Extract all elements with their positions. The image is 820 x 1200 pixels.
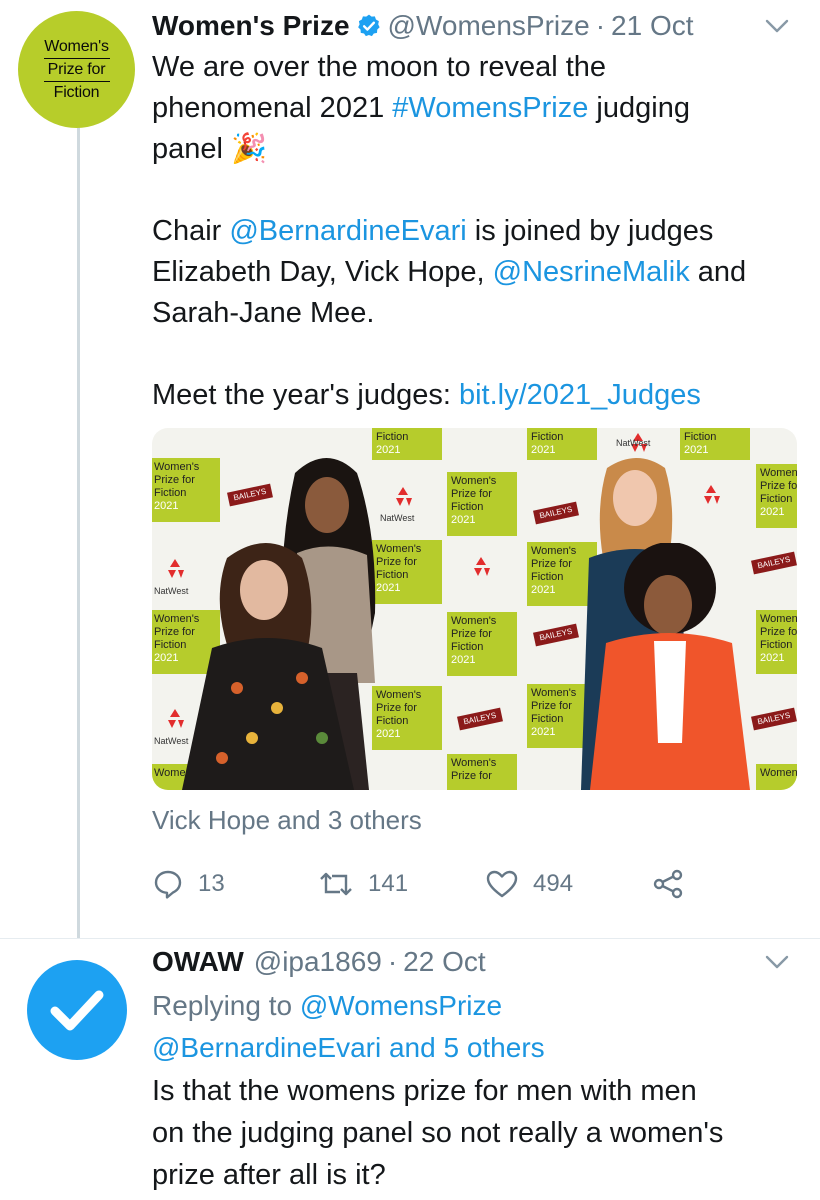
reply-header: OWAW @ipa1869 · 22 Oct <box>152 944 486 980</box>
reply-author-handle[interactable]: @ipa1869 <box>254 946 382 978</box>
chevron-down-icon[interactable] <box>764 954 790 970</box>
chevron-down-icon[interactable] <box>764 18 790 34</box>
logo-text-line3: Fiction <box>53 83 100 101</box>
reply-text-line: Is that the womens prize for men with me… <box>152 1075 697 1107</box>
baileys-logo: BAILEYS <box>751 707 797 731</box>
mention-link[interactable]: @NesrineMalik <box>493 256 690 288</box>
backdrop-logo: Women'sPrize forFiction2021 <box>447 612 517 676</box>
replying-prefix: Replying to <box>152 990 300 1021</box>
tweet-photo[interactable]: Women's Prize for Fiction 2021 Women's Prize… <box>152 428 797 790</box>
avatar-owaw[interactable] <box>22 955 132 1065</box>
baileys-logo: BAILEYS <box>457 707 503 731</box>
tweet-text-line: Elizabeth Day, Vick Hope, @NesrineMalik … <box>152 256 747 288</box>
thread-line <box>77 100 80 938</box>
backdrop-logo: Women'sPrize forFiction2021 <box>756 610 797 674</box>
logo-text-line2: Prize for <box>47 60 106 78</box>
like-icon <box>486 870 518 898</box>
tweet-text-line: phenomenal 2021 #WomensPrize judging <box>152 92 690 124</box>
tweet-divider <box>0 938 820 939</box>
reply-icon <box>154 870 182 899</box>
reply-text-line: on the judging panel so not really a wom… <box>152 1117 724 1149</box>
url-link[interactable]: bit.ly/2021_Judges <box>459 379 701 411</box>
author-handle[interactable]: @WomensPrize <box>388 10 590 42</box>
replying-to-link[interactable]: @WomensPrize <box>300 990 502 1021</box>
tweet-text-line: Chair @BernardineEvari is joined by judg… <box>152 215 714 247</box>
tweet-actions: 13 141 494 <box>152 868 712 904</box>
like-button[interactable]: 494 <box>485 868 573 900</box>
person-seated-left <box>182 543 354 790</box>
tweet-text-line: Meet the year's judges: bit.ly/2021_Judg… <box>152 379 701 411</box>
person-seated-right <box>590 543 750 790</box>
reply-header-separator: · <box>387 946 398 977</box>
baileys-logo: BAILEYS <box>751 551 797 575</box>
author-name[interactable]: Women's Prize <box>152 10 350 42</box>
logo-text-line1: Women's <box>44 37 109 55</box>
tweet-date[interactable]: 21 Oct <box>611 10 693 42</box>
reply-button[interactable]: 13 <box>152 868 225 900</box>
natwest-label: NatWest <box>616 438 651 448</box>
tagged-users[interactable]: Vick Hope and 3 others <box>152 805 422 836</box>
backdrop-logo: Women'sPrize forFiction2021 <box>447 472 517 536</box>
reply-count: 13 <box>198 870 225 897</box>
natwest-logo-icon <box>474 557 490 576</box>
backdrop-logo: Women'sPrize forFiction2021 <box>756 464 797 528</box>
reply-author-name[interactable]: OWAW <box>152 946 244 978</box>
mention-link[interactable]: @BernardineEvari <box>229 215 466 247</box>
verified-badge-icon <box>357 14 380 37</box>
like-count: 494 <box>533 870 574 897</box>
reply-text-line: prize after all is it? <box>152 1159 386 1191</box>
baileys-logo: BAILEYS <box>533 623 579 647</box>
backdrop-logo: Women's Prize for <box>447 754 517 790</box>
natwest-logo-icon <box>704 485 720 504</box>
replying-to: Replying to @WomensPrize @BernardineEvar… <box>152 985 792 1069</box>
replying-to-others-link[interactable]: @BernardineEvari and 5 others <box>152 1027 792 1069</box>
retweet-count: 141 <box>368 870 409 897</box>
hashtag-link[interactable]: #WomensPrize <box>392 92 588 124</box>
tweet-text-line: Sarah-Jane Mee. <box>152 297 375 329</box>
logo-divider <box>43 80 110 82</box>
logo-divider <box>43 57 110 59</box>
share-icon <box>653 869 683 899</box>
avatar-womens-prize[interactable]: Women's Prize for Fiction <box>18 11 135 128</box>
header-separator: · <box>595 10 606 41</box>
baileys-logo: BAILEYS <box>533 501 579 525</box>
retweet-button[interactable]: 141 <box>318 868 408 900</box>
share-button[interactable] <box>652 868 698 900</box>
retweet-icon <box>320 872 352 896</box>
tweet-text-line: panel 🎉 <box>152 133 268 165</box>
backdrop-logo: Women'sPrize forFiction2021 <box>152 458 220 522</box>
tweet-header: Women's Prize @WomensPrize · 21 Oct <box>152 8 694 44</box>
backdrop-logo: Women's <box>756 764 797 790</box>
tweet-text-line: We are over the moon to reveal the <box>152 51 607 83</box>
reply-date[interactable]: 22 Oct <box>403 946 485 978</box>
